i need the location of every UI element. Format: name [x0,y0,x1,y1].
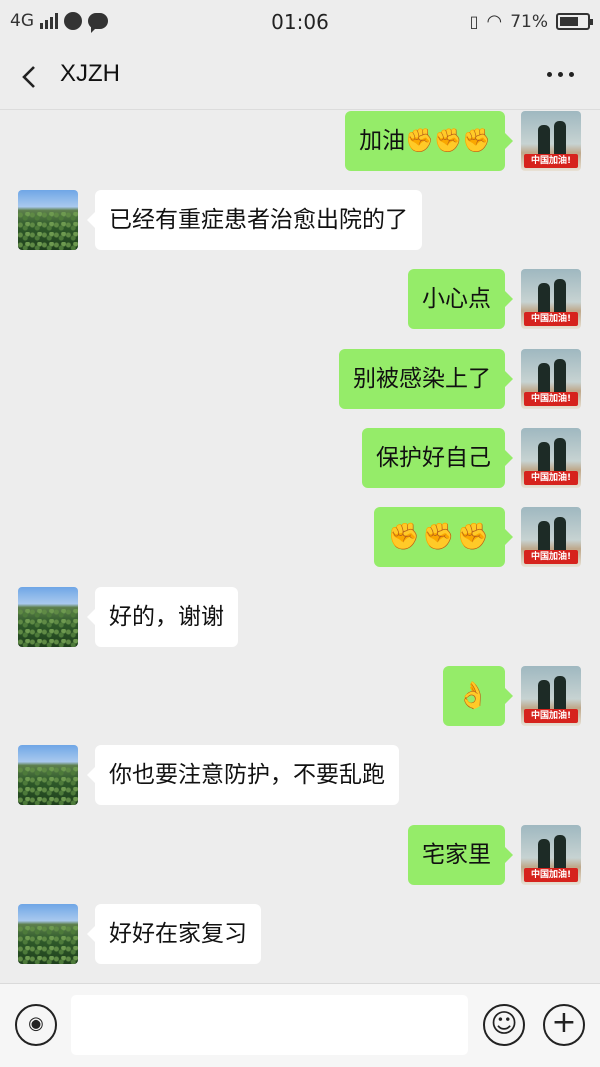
wifi-icon: ◠ [486,11,503,32]
message-bubble[interactable]: ✊✊✊ [373,507,514,567]
message-bubble[interactable]: 加油✊✊✊ [345,111,513,171]
message-row: 别被感染上了 中国加油! [0,349,600,411]
message-row: 好的，谢谢 [0,587,600,649]
avatar[interactable] [18,745,78,805]
avatar-badge: 中国加油! [524,392,578,406]
battery-level [560,17,579,26]
status-right: ▯ ◠ 71% [469,11,593,32]
plus-icon: + [551,1005,577,1040]
message-bubble[interactable]: 保护好自己 [362,428,513,488]
voice-icon: ◉ [28,1013,44,1034]
avatar[interactable] [18,190,78,250]
more-button[interactable] [547,72,574,77]
message-bubble[interactable]: 你也要注意防护，不要乱跑 [87,745,399,805]
back-button[interactable] [14,60,48,94]
avatar-badge: 中国加油! [524,471,578,485]
message-row: 保护好自己 中国加油! [0,428,600,490]
message-row: 加油✊✊✊ 中国加油! [0,111,600,173]
message-bubble[interactable]: 好的，谢谢 [87,587,238,647]
status-bar: 4G 01:06 ▯ ◠ 71% [0,0,600,44]
avatar[interactable]: 中国加油! [521,507,581,567]
avatar-badge: 中国加油! [524,154,578,168]
avatar-badge: 中国加油! [524,312,578,326]
message-bubble[interactable]: 👌 [442,666,514,726]
message-bubble[interactable]: 别被感染上了 [339,349,513,409]
avatar[interactable] [18,904,78,964]
avatar-badge: 中国加油! [524,868,578,882]
battery-percent: 71% [510,11,548,32]
avatar[interactable]: 中国加油! [521,666,581,726]
message-row: 👌 中国加油! [0,666,600,728]
message-list[interactable]: 加油✊✊✊ 中国加油! 已经有重症患者治愈出院的了 小心点 中国加油! 别被感染… [0,111,600,981]
more-dots-icon [547,72,552,77]
chat-header: XJZH [0,44,600,110]
message-bubble[interactable]: 宅家里 [408,825,513,885]
avatar[interactable]: 中国加油! [521,349,581,409]
message-bubble[interactable]: 已经有重症患者治愈出院的了 [87,190,422,250]
avatar[interactable]: 中国加油! [521,825,581,885]
emoji-button[interactable]: ☺ [483,1004,525,1046]
avatar-badge: 中国加油! [524,709,578,723]
message-row: 宅家里 中国加油! [0,825,600,887]
chevron-left-icon [22,66,35,88]
voice-button[interactable]: ◉ [15,1004,57,1046]
message-bubble[interactable]: 好好在家复习 [87,904,261,964]
avatar[interactable]: 中国加油! [521,428,581,488]
input-bar: ◉ ☺ + [0,983,600,1067]
message-row: 小心点 中国加油! [0,269,600,331]
battery-icon [556,13,593,30]
plus-button[interactable]: + [543,1004,585,1046]
avatar[interactable] [18,587,78,647]
message-row: 已经有重症患者治愈出院的了 [0,190,600,252]
message-bubble[interactable]: 小心点 [408,269,513,329]
message-input[interactable] [71,995,468,1055]
vibrate-icon: ▯ [469,12,479,31]
message-row: ✊✊✊ 中国加油! [0,507,600,569]
avatar-badge: 中国加油! [524,550,578,564]
chat-title: XJZH [60,60,120,87]
message-row: 好好在家复习 [0,904,600,966]
avatar[interactable]: 中国加油! [521,111,581,171]
avatar[interactable]: 中国加油! [521,269,581,329]
message-row: 你也要注意防护，不要乱跑 [0,745,600,807]
emoji-icon: ☺ [490,1009,518,1039]
